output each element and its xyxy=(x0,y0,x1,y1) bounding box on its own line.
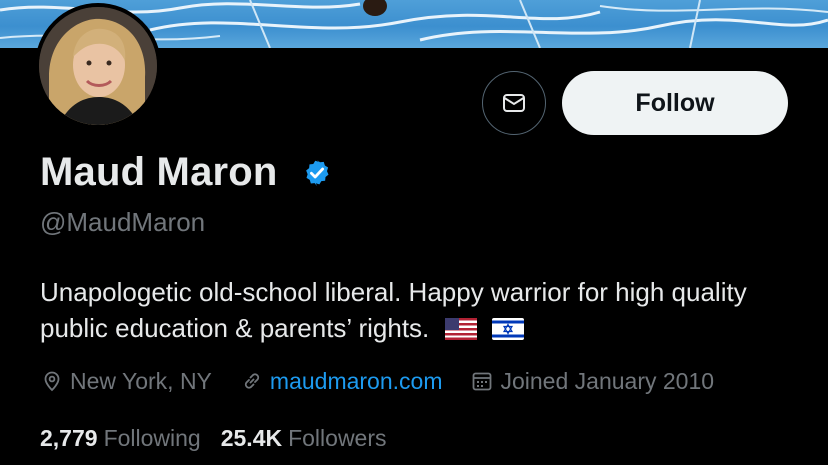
profile-handle: @MaudMaron xyxy=(40,207,206,237)
profile-bio: Unapologetic old-school liberal. Happy w… xyxy=(40,274,800,346)
profile-name: Maud Maron xyxy=(40,150,278,194)
following-label: Following xyxy=(103,424,201,451)
following-stat[interactable]: 2,779 Following xyxy=(40,425,201,452)
avatar[interactable] xyxy=(35,3,161,129)
message-button[interactable] xyxy=(482,71,546,135)
followers-stat[interactable]: 25.4K Followers xyxy=(221,425,387,452)
profile-meta: New York, NY maudmaron.com Joined Januar… xyxy=(40,365,742,397)
us-flag-icon xyxy=(444,318,477,340)
website-link[interactable]: maudmaron.com xyxy=(270,368,443,395)
envelope-icon xyxy=(503,94,525,112)
joined-text: Joined January 2010 xyxy=(500,367,715,394)
israel-flag-icon xyxy=(491,318,524,340)
avatar-photo xyxy=(39,7,157,125)
link-icon xyxy=(244,373,259,389)
followers-count: 25.4K xyxy=(220,424,283,451)
website[interactable]: maudmaron.com xyxy=(240,368,443,395)
bio-text: Unapologetic old-school liberal. Happy w… xyxy=(40,277,747,343)
location-pin-icon xyxy=(44,371,60,392)
follow-button[interactable]: Follow xyxy=(562,71,788,135)
followers-label: Followers xyxy=(288,424,387,451)
calendar-icon xyxy=(473,372,492,391)
joined-date: Joined January 2010 xyxy=(470,368,714,395)
following-count: 2,779 xyxy=(40,424,98,451)
follow-stats: 2,779 Following 25.4K Followers xyxy=(40,423,407,453)
verified-badge-icon[interactable] xyxy=(302,158,332,188)
location: New York, NY xyxy=(40,368,212,395)
location-text: New York, NY xyxy=(70,367,212,394)
